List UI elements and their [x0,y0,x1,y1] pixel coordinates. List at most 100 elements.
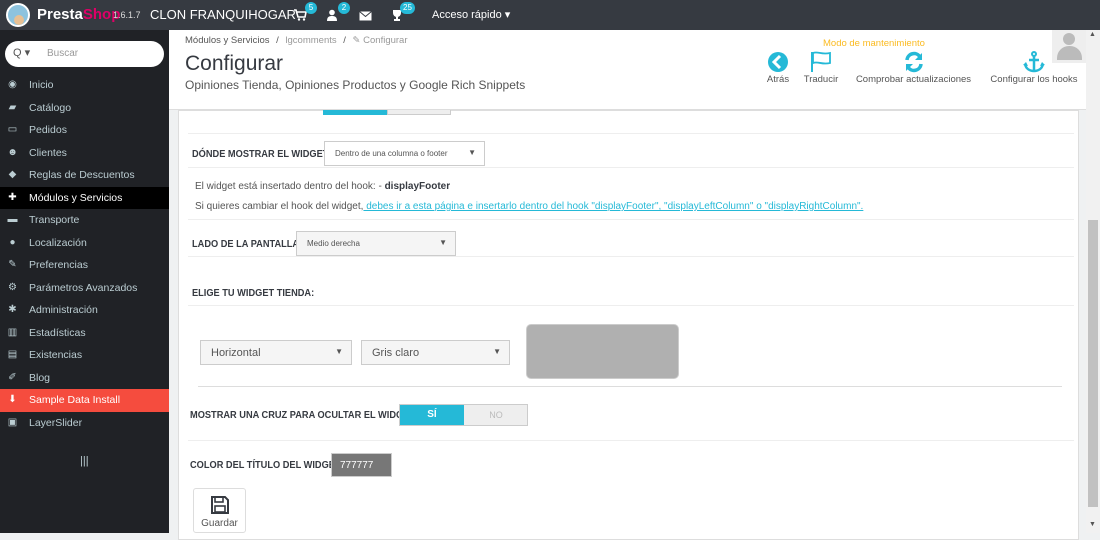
avatar-body [1057,46,1082,60]
maintenance-mode-link[interactable]: Modo de mantenimiento [823,38,925,49]
edit-icon: ✐ [8,371,17,383]
sidebar-item-label: Clientes [29,146,67,159]
sidebar-item-modulos-y-servicios[interactable]: ✚ Módulos y Servicios [0,186,169,209]
envelope-icon[interactable] [359,9,372,24]
globe-icon: ● [9,236,16,248]
divider [188,256,1074,257]
sidebar-item-label: Estadísticas [29,326,86,339]
refresh-icon [904,51,923,73]
chevron-down-icon: ▼ [439,238,447,247]
truck-icon: ▬ [7,214,18,225]
credit-card-icon: ▭ [7,124,18,135]
search-icon[interactable]: Q ▾ [13,46,30,59]
prestashop-logo-icon[interactable] [6,3,30,27]
breadcrumb-module[interactable]: lgcomments [285,35,336,46]
widget-location-select[interactable]: Dentro de una columna o footer ▼ [324,141,485,166]
check-updates-button[interactable]: Comprobar actualizaciones [851,50,976,85]
sidebar-item-localizacion[interactable]: ● Localización [0,232,169,255]
breadcrumb-modules[interactable]: Módulos y Servicios [185,35,269,46]
sidebar-item-sample-data-install[interactable]: ⬇ Sample Data Install [0,389,169,412]
breadcrumb-separator: / [343,35,346,46]
dashboard-icon: ◉ [8,79,17,90]
title-color-label: COLOR DEL TÍTULO DEL WIDGET [190,459,341,471]
sidebar-item-inicio[interactable]: ◉ Inicio [0,74,169,97]
translate-label: Traducir [803,74,839,85]
sidebar-item-pedidos[interactable]: ▭ Pedidos [0,119,169,142]
scrollbar-thumb[interactable] [1088,220,1098,507]
sidebar-item-preferencias[interactable]: ✎ Preferencias [0,254,169,277]
show-cross-toggle[interactable]: SÍ NO [399,404,528,426]
sidebar-item-parametros-avanzados[interactable]: ⚙ Parámetros Avanzados [0,277,169,300]
page-header: Módulos y Servicios / lgcomments / ✎ Con… [169,30,1087,110]
show-cross-label: MOSTRAR UNA CRUZ PARA OCULTAR EL WIDGET [190,409,416,421]
cart-badge: 5 [305,2,317,14]
collapse-menu-icon[interactable]: ||| [80,455,89,467]
save-button[interactable]: Guardar [193,488,246,533]
avatar[interactable] [1052,30,1087,63]
translate-button[interactable]: Traducir [800,50,842,85]
wrench-icon: ✎ [8,259,17,270]
sidebar-item-label: Catálogo [29,101,72,114]
sidebar-item-label: Localización [29,236,87,249]
divider [188,305,1074,306]
screen-side-select[interactable]: Medio derecha ▼ [296,231,456,256]
sidebar-item-existencias[interactable]: ▤ Existencias [0,344,169,367]
scroll-down-arrow-icon[interactable]: ▼ [1089,521,1096,528]
page-subtitle: Opiniones Tienda, Opiniones Productos y … [185,78,526,92]
back-label: Atrás [766,74,790,85]
orientation-select[interactable]: Horizontal ▼ [200,340,352,365]
sidebar-item-label: Administración [29,304,98,316]
breadcrumb-separator: / [276,35,279,46]
sidebar-item-blog[interactable]: ✐ Blog [0,367,169,390]
sidebar-item-label: Existencias [29,349,83,361]
cart-icon[interactable] [293,9,307,24]
widget-location-value: Dentro de una columna o footer [335,149,448,158]
quick-access-dropdown[interactable]: Acceso rápido ▾ [432,8,510,21]
sidebar-item-reglas-de-descuentos[interactable]: ◆ Reglas de Descuentos [0,164,169,187]
arrow-left-circle-icon [768,52,788,72]
sidebar-item-label: Pedidos [29,124,67,136]
title-color-input[interactable]: 777777 [331,453,392,477]
sidebar-item-label: Módulos y Servicios [29,191,123,204]
shop-name-link[interactable]: CLON FRANQUIHOGAR [150,7,296,22]
scroll-up-arrow-icon[interactable]: ▲ [1089,31,1096,38]
customers-badge: 2 [338,2,350,14]
search-input[interactable]: Q ▾ Buscar [5,41,164,67]
cog-icon: ✱ [8,304,17,315]
change-hook-prefix: Si quieres cambiar el hook del widget, [195,201,364,212]
users-icon: ☻ [7,146,18,158]
anchor-icon [1023,51,1045,73]
hook-name: displayFooter [384,181,451,192]
sidebar-item-label: Sample Data Install [29,394,121,406]
change-hook-link[interactable]: debes ir a esta página e insertarlo dent… [363,201,863,212]
divider [188,133,1074,134]
version-label: 1.6.1.7 [113,10,141,20]
top-bar: PrestaShop 1.6.1.7 CLON FRANQUIHOGAR 5 2… [0,0,1100,30]
breadcrumb: Módulos y Servicios / lgcomments / ✎ Con… [185,35,408,46]
color-scheme-select[interactable]: Gris claro ▼ [361,340,510,365]
vertical-scrollbar[interactable]: ▲ ▼ [1086,30,1100,533]
hook-info-prefix: El widget está insertado dentro del hook… [195,181,385,192]
sidebar-item-estadisticas[interactable]: ▥ Estadísticas [0,322,169,345]
sidebar-item-label: Transporte [29,214,80,226]
customers-icon[interactable] [326,9,338,24]
sidebar-item-catalogo[interactable]: ▰ Catálogo [0,97,169,120]
brand-logo[interactable]: PrestaShop [37,6,120,23]
tag-icon: ◆ [8,169,17,180]
sidebar-item-transporte[interactable]: ▬ Transporte [0,209,169,232]
sidebar-item-label: Inicio [29,79,54,91]
widget-preview-image [526,324,679,379]
sidebar-item-clientes[interactable]: ☻ Clientes [0,142,169,165]
sidebar-item-administracion[interactable]: ✱ Administración [0,299,169,322]
book-icon: ▰ [8,101,17,113]
previous-toggle-inactive-part[interactable] [387,110,451,115]
previous-toggle-active-part[interactable] [323,110,387,115]
search-placeholder: Buscar [47,48,79,59]
toggle-yes[interactable]: SÍ [400,405,464,425]
back-button[interactable]: Atrás [765,50,791,85]
toggle-no[interactable]: NO [464,405,528,425]
archive-icon: ▤ [7,349,18,360]
sidebar-item-layerslider[interactable]: ▣ LayerSlider [0,412,169,435]
chevron-down-icon: ▼ [468,148,476,157]
orientation-value: Horizontal [211,347,261,359]
